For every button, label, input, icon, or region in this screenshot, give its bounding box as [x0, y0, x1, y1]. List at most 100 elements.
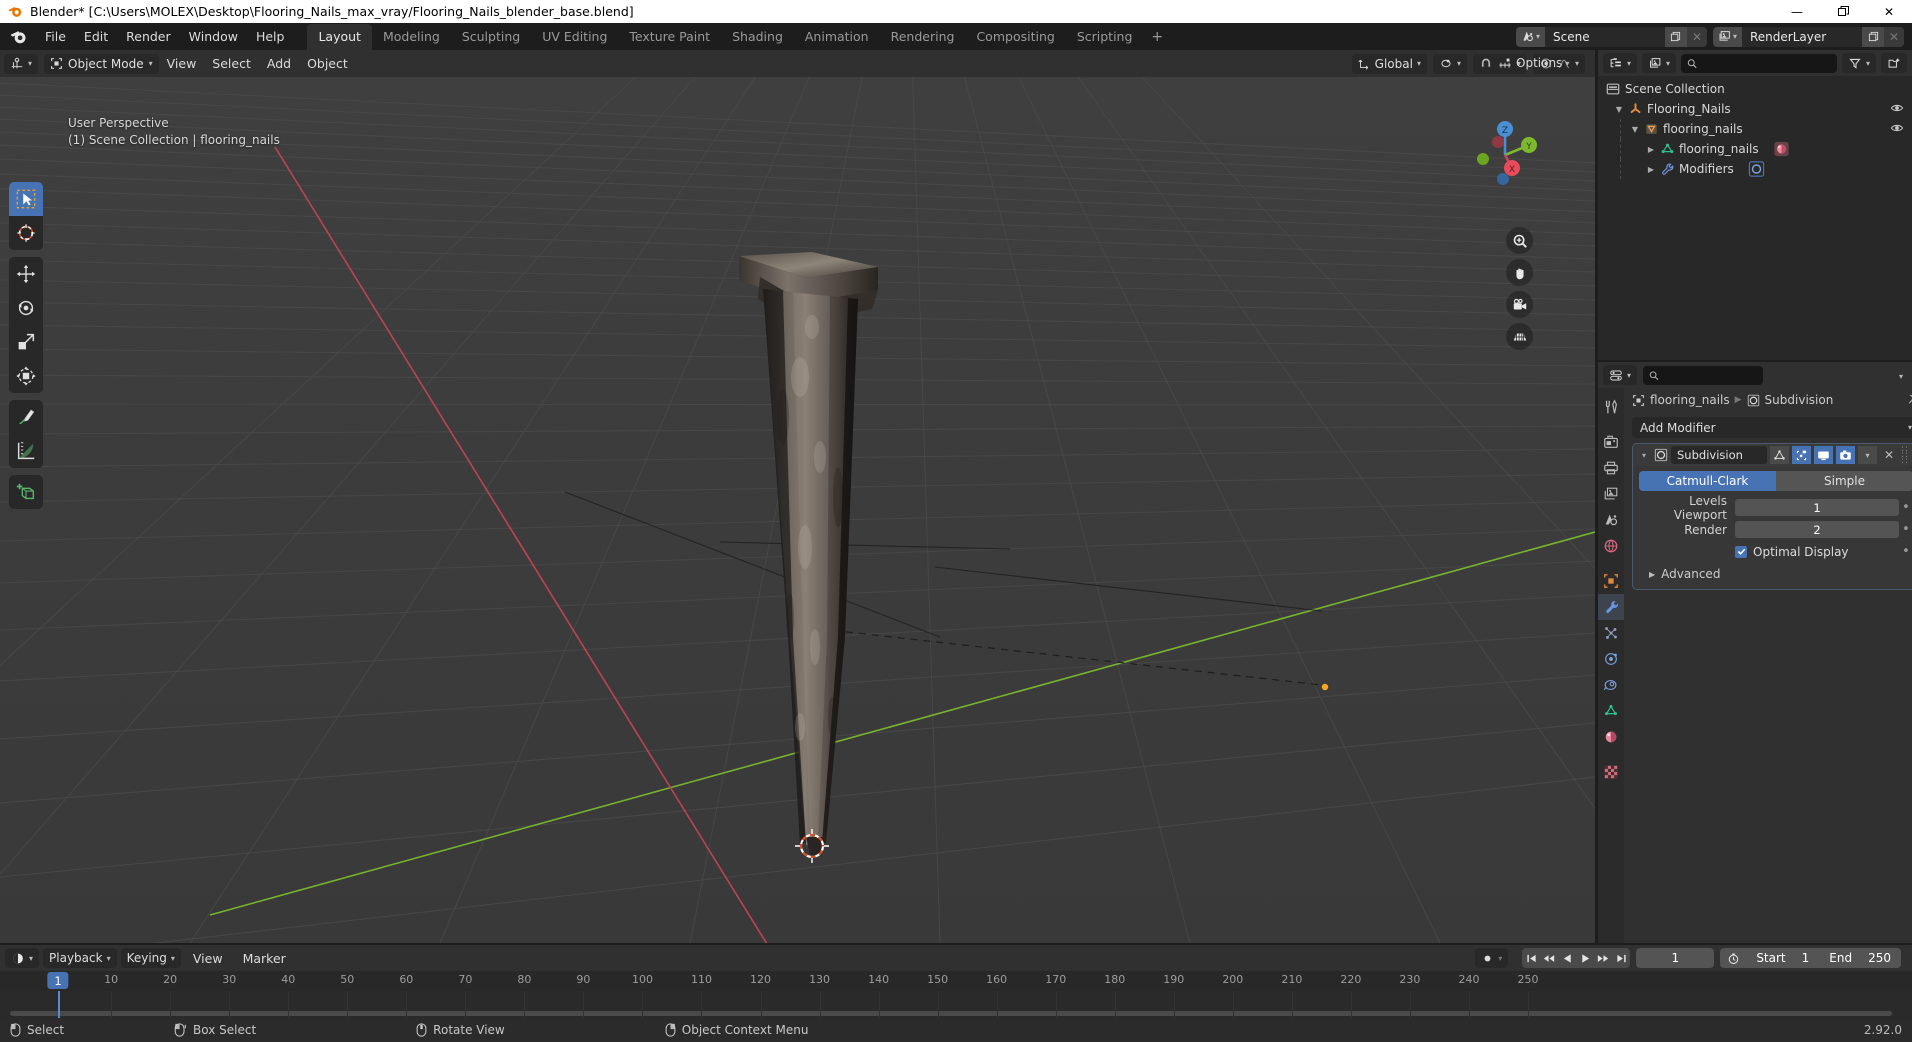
properties-tab-render[interactable] — [1598, 429, 1624, 455]
modifier-on-cage-toggle[interactable] — [1770, 446, 1789, 464]
jump-to-end-button[interactable] — [1612, 948, 1631, 968]
disclosure-triangle-icon[interactable]: ▼ — [1628, 125, 1642, 134]
viewport-menu-select[interactable]: Select — [204, 53, 259, 74]
levels-viewport-input[interactable]: 1 — [1735, 499, 1899, 516]
outliner-new-collection-button[interactable] — [1881, 53, 1907, 73]
properties-tab-material[interactable] — [1598, 724, 1624, 750]
menu-render[interactable]: Render — [117, 26, 180, 47]
move-tool[interactable] — [9, 257, 43, 291]
timeline-horizontal-scrollbar[interactable] — [10, 1011, 1892, 1016]
editor-type-selector[interactable]: ▾ — [4, 53, 39, 74]
properties-tab-world[interactable] — [1598, 533, 1624, 559]
pin-icon[interactable] — [1906, 392, 1912, 409]
use-preview-range-button[interactable] — [1720, 952, 1746, 965]
properties-tab-object[interactable] — [1598, 568, 1624, 594]
add-modifier-button[interactable]: Add Modifier ▾ — [1632, 417, 1912, 438]
disclosure-triangle-icon[interactable]: ▶ — [1644, 165, 1658, 174]
visibility-eye-icon[interactable] — [1890, 102, 1904, 117]
add-cube-tool[interactable] — [9, 475, 43, 509]
outliner-row-scene-collection[interactable]: Scene Collection — [1598, 79, 1912, 99]
unlink-scene-button[interactable]: ✕ — [1686, 26, 1707, 47]
cursor-tool[interactable] — [9, 216, 43, 250]
viewlayer-name[interactable]: RenderLayer — [1742, 26, 1862, 47]
pan-button[interactable] — [1506, 259, 1533, 286]
new-viewlayer-button[interactable] — [1862, 26, 1884, 47]
modifier-collapse-triangle-icon[interactable]: ▾ — [1637, 451, 1651, 460]
rotate-tool[interactable] — [9, 291, 43, 325]
render-levels-animate-dot[interactable]: • — [1899, 522, 1912, 537]
previous-keyframe-button[interactable] — [1540, 948, 1559, 968]
menu-file[interactable]: File — [36, 26, 75, 47]
outliner-row-modifiers[interactable]: ▶ Modifiers — [1598, 159, 1912, 179]
properties-tab-output[interactable] — [1598, 455, 1624, 481]
viewlayer-icon-button[interactable]: ▾ — [1712, 26, 1742, 47]
transform-orientation-selector[interactable]: Global ▾ — [1351, 53, 1427, 74]
outliner-display-mode-selector[interactable]: ▾ — [1642, 53, 1677, 73]
scale-tool[interactable] — [9, 325, 43, 359]
current-frame-input[interactable]: 1 — [1636, 948, 1715, 968]
scene-selector[interactable]: ▾ Scene ✕ — [1515, 26, 1707, 47]
modifier-realtime-toggle[interactable] — [1814, 446, 1833, 464]
menu-help[interactable]: Help — [247, 26, 294, 47]
viewlayer-selector[interactable]: ▾ RenderLayer ✕ — [1712, 26, 1904, 47]
play-reverse-button[interactable] — [1558, 948, 1577, 968]
outliner-editor-type-selector[interactable]: ▾ — [1603, 53, 1638, 73]
optimal-display-animate-dot[interactable]: • — [1899, 544, 1912, 559]
scene-icon-button[interactable]: ▾ — [1515, 26, 1545, 47]
blender-menu-logo-icon[interactable] — [8, 27, 28, 47]
properties-tab-data[interactable] — [1598, 698, 1624, 724]
outliner-row-mesh-data[interactable]: ▶ flooring_nails — [1598, 139, 1912, 159]
viewport-menu-object[interactable]: Object — [299, 53, 356, 74]
properties-tab-view-layer[interactable] — [1598, 481, 1624, 507]
simple-button[interactable]: Simple — [1776, 471, 1912, 491]
material-icon[interactable] — [1773, 141, 1790, 157]
playback-menu[interactable]: Playback ▾ — [43, 948, 117, 968]
start-frame-input[interactable]: Start 1 — [1746, 948, 1819, 968]
modifier-panel-header[interactable]: ▾ Subdivision ▾ ✕:::::: — [1633, 444, 1912, 466]
transform-tool[interactable] — [9, 359, 43, 393]
add-workspace-button[interactable]: + — [1143, 25, 1171, 49]
visibility-eye-icon[interactable] — [1890, 122, 1904, 137]
navigation-gizmo[interactable]: Z Y X — [1465, 115, 1545, 195]
timeline-editor-type-selector[interactable]: ▾ — [5, 948, 40, 968]
subdivision-icon[interactable] — [1748, 161, 1765, 177]
play-button[interactable] — [1576, 948, 1595, 968]
tab-sculpting[interactable]: Sculpting — [451, 24, 531, 50]
measure-tool[interactable] — [9, 434, 43, 468]
timeline-current-frame-indicator[interactable]: 1 — [47, 972, 69, 989]
camera-view-button[interactable] — [1506, 291, 1533, 318]
properties-tab-texture[interactable] — [1598, 759, 1624, 785]
outliner-search-box[interactable] — [1681, 53, 1837, 73]
render-levels-input[interactable]: 2 — [1735, 521, 1899, 538]
close-button[interactable]: ✕ — [1866, 0, 1912, 23]
toggle-perspective-button[interactable] — [1506, 323, 1533, 350]
jump-to-start-button[interactable] — [1522, 948, 1541, 968]
tab-animation[interactable]: Animation — [794, 24, 880, 50]
timeline-menu-view[interactable]: View — [185, 948, 231, 969]
tab-shading[interactable]: Shading — [721, 24, 794, 50]
catmull-clark-button[interactable]: Catmull-Clark — [1639, 471, 1776, 491]
tab-scripting[interactable]: Scripting — [1066, 24, 1144, 50]
levels-viewport-animate-dot[interactable]: • — [1899, 500, 1912, 515]
properties-tab-constraints[interactable] — [1598, 672, 1624, 698]
properties-tab-modifier[interactable] — [1598, 594, 1624, 620]
viewport-menu-add[interactable]: Add — [259, 53, 299, 74]
properties-tab-tool[interactable] — [1598, 394, 1624, 420]
properties-tab-scene[interactable] — [1598, 507, 1624, 533]
viewport-menu-view[interactable]: View — [159, 53, 205, 74]
timeline-ruler[interactable]: 10 20 30 40 50 60 70 80 90 100 110 120 130 140 150 160 1… — [0, 971, 1912, 991]
mode-selector[interactable]: Object Mode ▾ — [44, 53, 159, 74]
properties-search-box[interactable] — [1643, 365, 1764, 385]
tab-rendering[interactable]: Rendering — [880, 24, 966, 50]
modifier-delete-button[interactable]: ✕ — [1880, 448, 1898, 462]
new-scene-button[interactable] — [1664, 26, 1687, 47]
modifier-name-field[interactable]: Subdivision — [1671, 446, 1767, 464]
tab-compositing[interactable]: Compositing — [965, 24, 1065, 50]
keying-menu[interactable]: Keying ▾ — [120, 948, 181, 968]
properties-search-input[interactable] — [1662, 368, 1758, 382]
disclosure-triangle-icon[interactable]: ▶ — [1644, 145, 1658, 154]
properties-tab-particles[interactable] — [1598, 620, 1624, 646]
auto-keying-group[interactable]: ▾ — [1475, 948, 1509, 968]
remove-viewlayer-button[interactable]: ✕ — [1884, 26, 1904, 47]
modifier-edit-mode-toggle[interactable] — [1792, 446, 1811, 464]
